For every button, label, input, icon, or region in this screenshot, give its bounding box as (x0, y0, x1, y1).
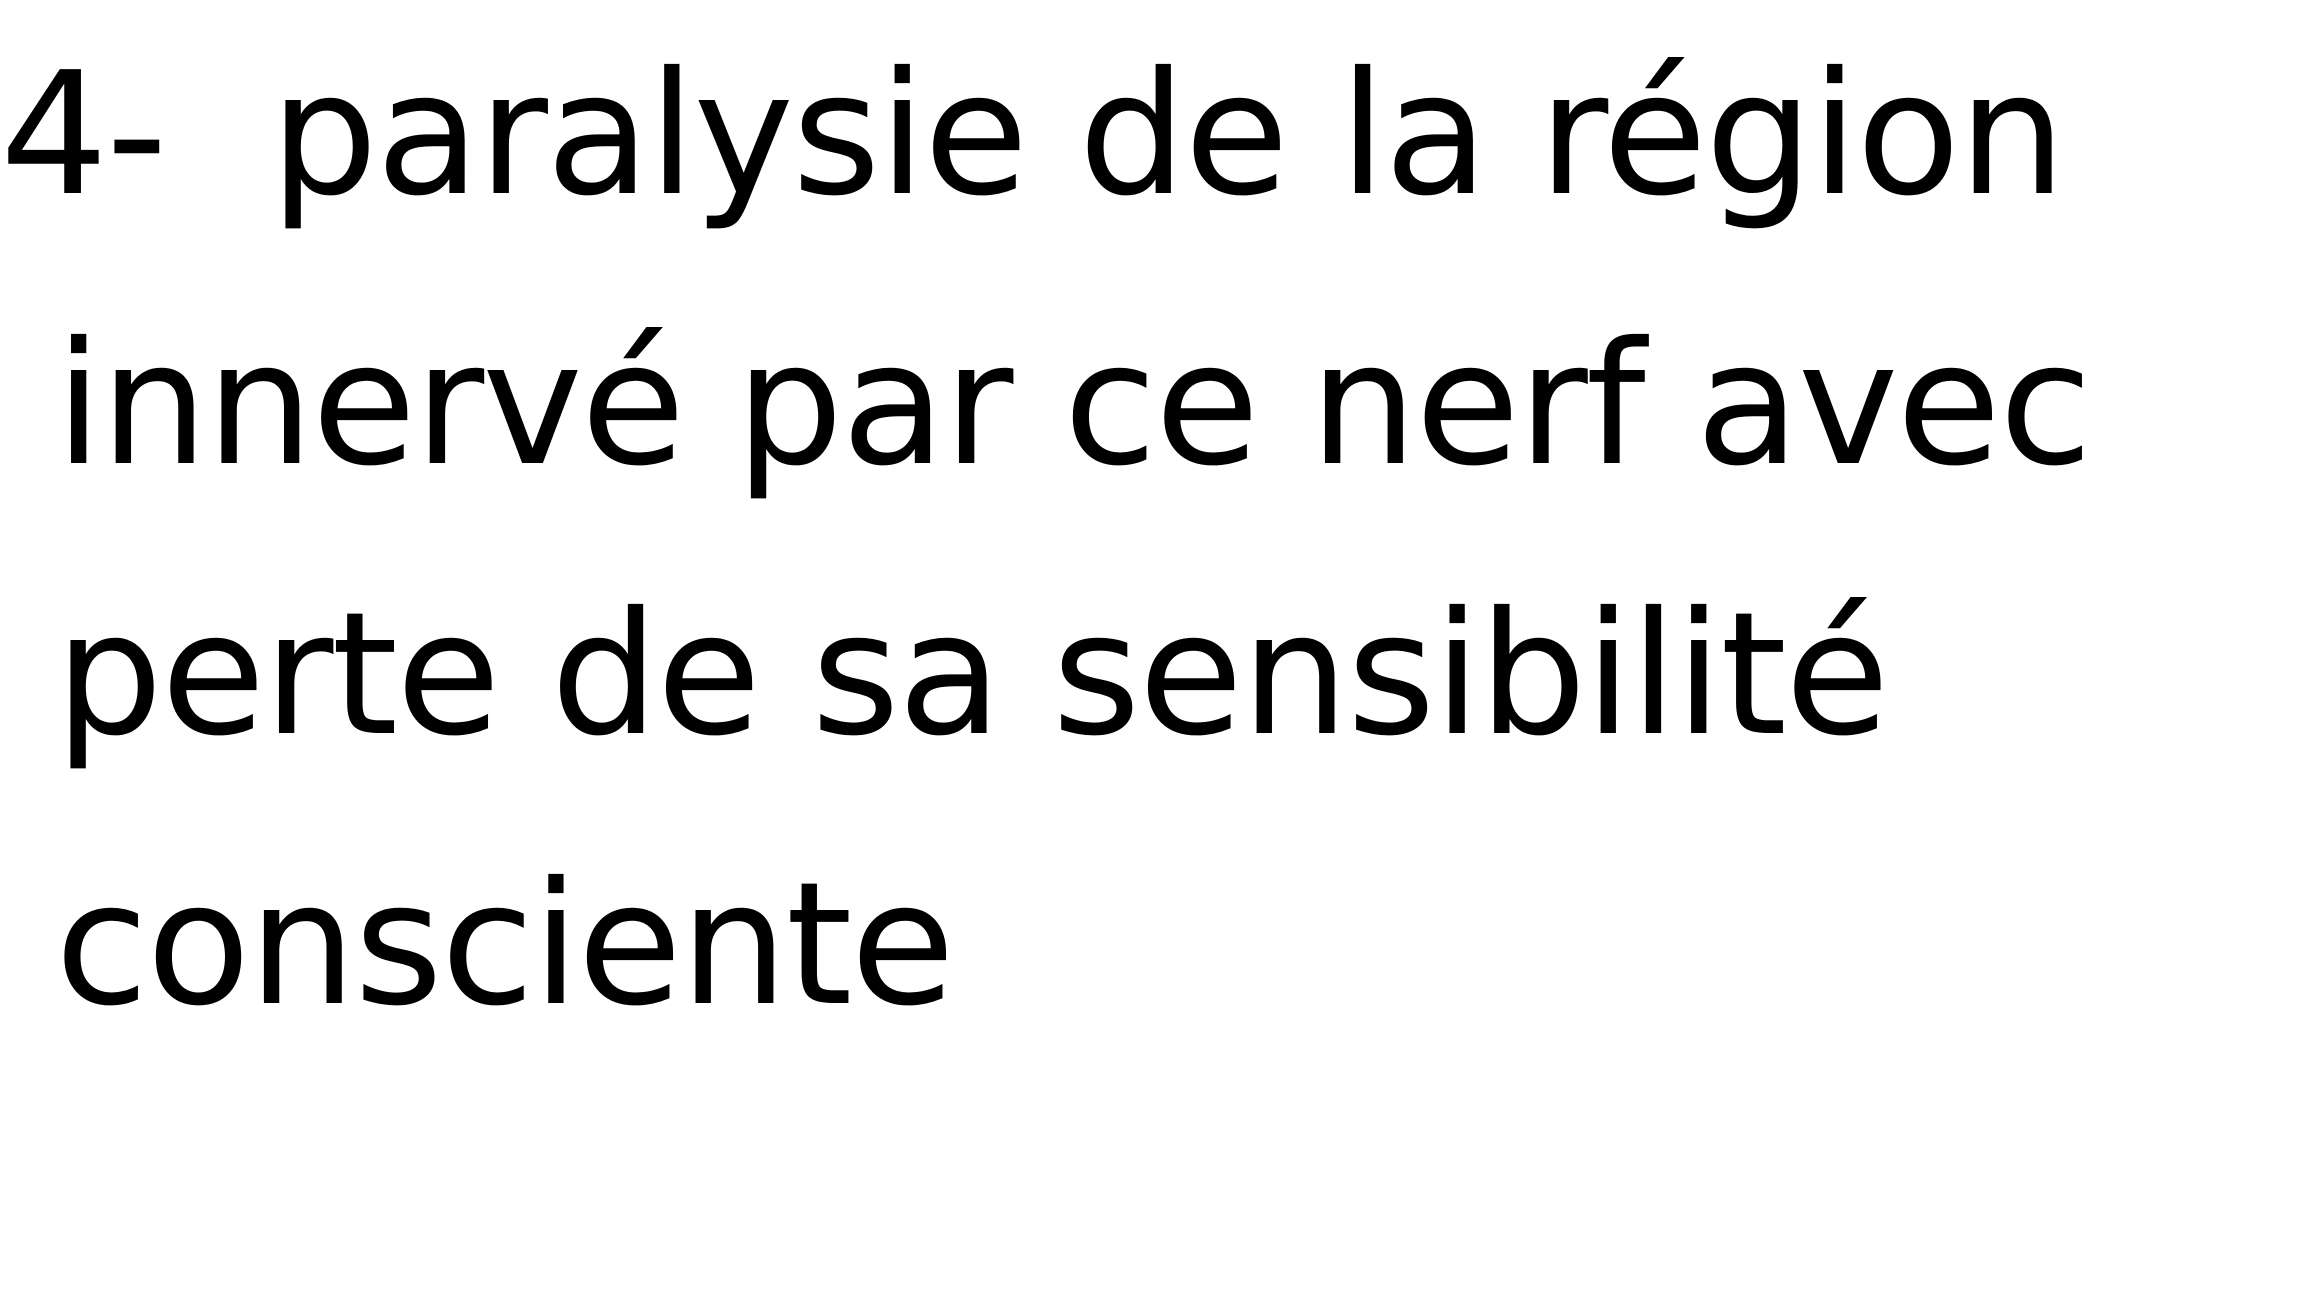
item-number: 4- (0, 36, 168, 234)
document-page: 4- paralysie de la région innervé par ce … (0, 0, 2309, 1315)
item-line-3: perte de sa sensibilité (0, 540, 2309, 810)
item-text-line-1: paralysie de la région (270, 36, 2066, 234)
item-text-line-4: consciente (55, 846, 955, 1044)
item-line-1: 4- paralysie de la région (0, 0, 2309, 270)
item-text-line-3: perte de sa sensibilité (55, 576, 1890, 774)
item-line-4: consciente (0, 810, 2309, 1080)
numbered-item-4: 4- paralysie de la région innervé par ce … (0, 0, 2309, 1080)
item-line-2: innervé par ce nerf avec (0, 270, 2309, 540)
item-text-line-2: innervé par ce nerf avec (55, 306, 2092, 504)
